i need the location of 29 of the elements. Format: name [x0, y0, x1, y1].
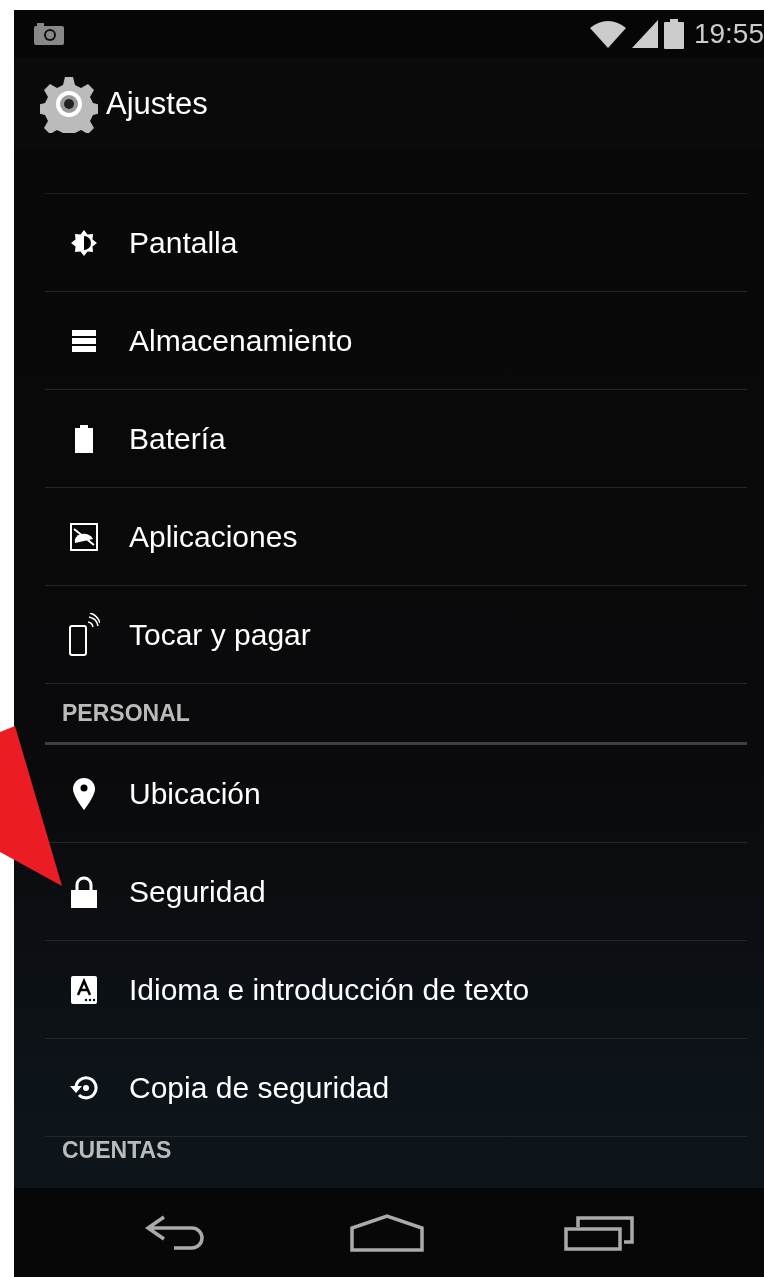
section-header: PERSONAL [62, 699, 190, 727]
battery-icon [75, 424, 93, 453]
section-header: CUENTAS [62, 1137, 172, 1165]
app-title: Ajustes [106, 85, 208, 122]
keyboard-letter-icon [71, 975, 97, 1004]
home-icon[interactable] [350, 1213, 424, 1252]
settings-item[interactable]: Aplicaciones [129, 519, 298, 554]
settings-item[interactable]: Ubicación [129, 776, 261, 811]
signal-icon [631, 19, 658, 48]
backup-icon [70, 1074, 98, 1101]
settings-item[interactable]: Batería [129, 421, 226, 456]
wifi-icon [589, 19, 626, 48]
settings-item[interactable]: Idioma e introducción de texto [129, 972, 530, 1007]
battery-icon [663, 18, 684, 49]
brightness-icon [70, 228, 98, 257]
status-time: 19:55 [693, 17, 764, 50]
recent-apps-icon[interactable] [564, 1214, 634, 1251]
phone-signal-icon [68, 612, 100, 657]
app-window-icon [70, 522, 98, 551]
settings-item[interactable]: Tocar y pagar [129, 617, 311, 652]
settings-item[interactable]: Seguridad [129, 874, 266, 909]
settings-icon[interactable] [40, 74, 98, 133]
storage-icon [72, 328, 96, 353]
lock-icon [71, 875, 97, 908]
settings-item[interactable]: Almacenamiento [129, 323, 353, 358]
settings-item[interactable]: Copia de seguridad [129, 1070, 390, 1105]
camera-icon [34, 22, 64, 45]
location-pin-icon [73, 777, 95, 810]
settings-item[interactable]: Pantalla [129, 225, 238, 260]
